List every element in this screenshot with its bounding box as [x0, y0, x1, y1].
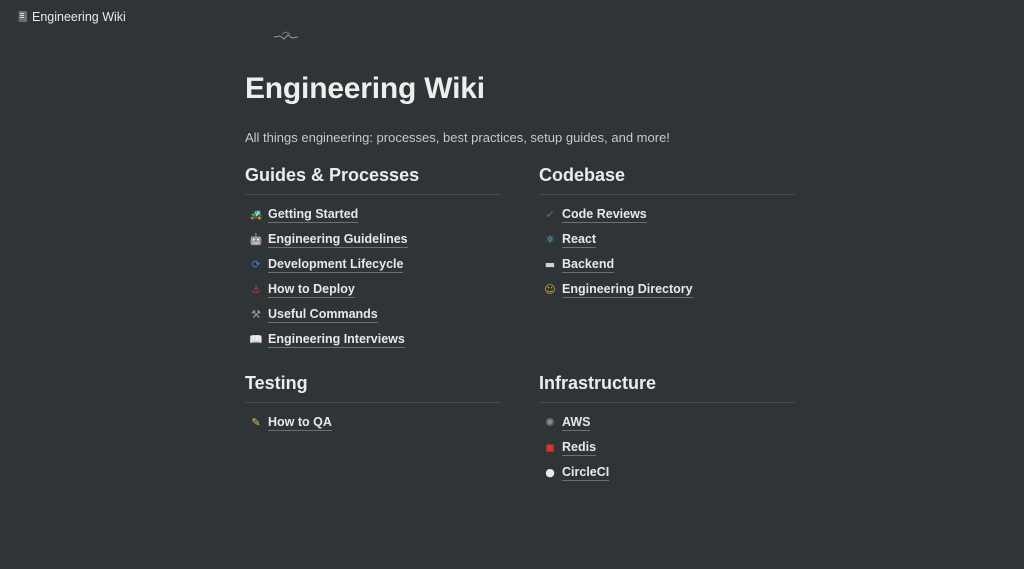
- ship-icon: ⚓: [251, 282, 261, 296]
- page-link-label: How to Deploy: [268, 281, 355, 298]
- page-link-label: Getting Started: [268, 206, 359, 223]
- robot-icon: 🤖: [249, 232, 263, 246]
- page-link-label: Engineering Interviews: [268, 331, 405, 348]
- page-link-label: CircleCI: [562, 464, 610, 481]
- page-link-label: React: [562, 231, 597, 248]
- page-title: Engineering Wiki: [245, 72, 485, 105]
- react-atom-icon: ⚛: [545, 232, 555, 246]
- page-link-label: Backend: [562, 256, 615, 273]
- page-link-label: Redis: [562, 439, 597, 456]
- page-icon-remnant: [273, 31, 299, 40]
- breadcrumb-title: Engineering Wiki: [32, 10, 126, 24]
- page-link-code-reviews[interactable]: ✔ Code Reviews: [539, 202, 795, 227]
- section-title: Testing: [245, 372, 501, 403]
- aws-icon: ✺: [545, 415, 555, 429]
- section-title: Guides & Processes: [245, 164, 501, 195]
- top-bar: Engineering Wiki: [0, 0, 1024, 34]
- circleci-icon: ●: [545, 465, 555, 479]
- memo-icon: ✎: [251, 415, 261, 429]
- redis-icon: ◼: [545, 440, 555, 454]
- section-list: ✺ AWS ◼ Redis ● CircleCI: [539, 403, 795, 485]
- page-link-getting-started[interactable]: 🚜 Getting Started: [245, 202, 501, 227]
- page-description: All things engineering: processes, best …: [245, 130, 670, 145]
- page-link-engineering-guidelines[interactable]: 🤖 Engineering Guidelines: [245, 227, 501, 252]
- person-icon: ☺: [544, 282, 556, 296]
- page-link-label: AWS: [562, 414, 591, 431]
- checkmark-icon: ✔: [545, 207, 555, 221]
- section-list: 🚜 Getting Started 🤖 Engineering Guidelines ⟳…: [245, 195, 501, 352]
- page-link-engineering-interviews[interactable]: 📖 Engineering Interviews: [245, 327, 501, 352]
- tools-icon: ⚒: [251, 307, 261, 321]
- page-link-engineering-directory[interactable]: ☺ Engineering Directory: [539, 277, 795, 302]
- section-testing: Testing ✎ How to QA: [245, 372, 501, 435]
- page-link-circleci[interactable]: ● CircleCI: [539, 460, 795, 485]
- page-link-backend[interactable]: ▬ Backend: [539, 252, 795, 277]
- page-link-how-to-deploy[interactable]: ⚓ How to Deploy: [245, 277, 501, 302]
- page-link-label: Useful Commands: [268, 306, 378, 323]
- cycle-icon: ⟳: [251, 257, 261, 271]
- page-link-useful-commands[interactable]: ⚒ Useful Commands: [245, 302, 501, 327]
- section-title: Infrastructure: [539, 372, 795, 403]
- page-link-label: Engineering Directory: [562, 281, 693, 298]
- book-icon: [16, 11, 27, 23]
- page-link-react[interactable]: ⚛ React: [539, 227, 795, 252]
- breadcrumb[interactable]: Engineering Wiki: [16, 10, 126, 24]
- page-link-aws[interactable]: ✺ AWS: [539, 410, 795, 435]
- section-guides: Guides & Processes 🚜 Getting Started 🤖 Engi…: [245, 164, 501, 352]
- page-link-redis[interactable]: ◼ Redis: [539, 435, 795, 460]
- page-link-development-lifecycle[interactable]: ⟳ Development Lifecycle: [245, 252, 501, 277]
- tractor-icon: 🚜: [249, 207, 263, 221]
- page-link-label: How to QA: [268, 414, 332, 431]
- page-link-how-to-qa[interactable]: ✎ How to QA: [245, 410, 501, 435]
- page-link-label: Development Lifecycle: [268, 256, 404, 273]
- page-link-label: Engineering Guidelines: [268, 231, 408, 248]
- computer-icon: ▬: [544, 257, 556, 271]
- section-infrastructure: Infrastructure ✺ AWS ◼ Redis ● CircleCI: [539, 372, 795, 485]
- page-link-label: Code Reviews: [562, 206, 647, 223]
- section-title: Codebase: [539, 164, 795, 195]
- section-list: ✎ How to QA: [245, 403, 501, 435]
- section-list: ✔ Code Reviews ⚛ React ▬ Backend ☺ Engineering …: [539, 195, 795, 302]
- section-codebase: Codebase ✔ Code Reviews ⚛ React ▬ Backend ☺ Eng…: [539, 164, 795, 302]
- open-book-icon: 📖: [249, 332, 263, 346]
